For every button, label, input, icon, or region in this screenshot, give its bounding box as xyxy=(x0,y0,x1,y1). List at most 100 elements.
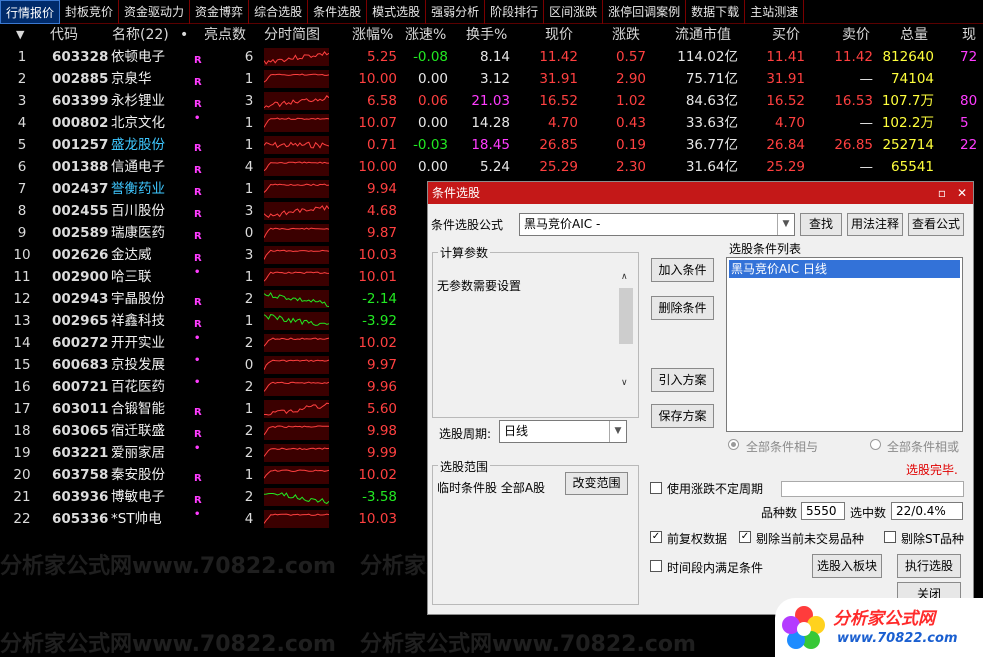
scroll-up-icon[interactable]: ∧ xyxy=(621,272,628,282)
condition-list[interactable]: 黑马竞价AIC 日线 xyxy=(726,257,963,432)
dialog-title-bar[interactable]: 条件选股 ▫ ✕ xyxy=(428,182,973,204)
stock-name[interactable]: 哈三联 xyxy=(111,266,152,288)
stock-name[interactable]: 京泉华 xyxy=(111,68,152,90)
stock-code[interactable]: 603399 xyxy=(52,90,108,112)
stock-name[interactable]: 京投发展 xyxy=(111,354,165,376)
header-count[interactable]: 亮点数 xyxy=(204,24,246,46)
stock-code[interactable]: 002455 xyxy=(52,200,108,222)
intraday-sparkline[interactable] xyxy=(264,488,329,506)
stock-name[interactable]: 永杉锂业 xyxy=(111,90,165,112)
intraday-sparkline[interactable] xyxy=(264,312,329,330)
intraday-sparkline[interactable] xyxy=(264,158,329,176)
header-name[interactable]: 名称(22) xyxy=(112,24,169,46)
period-select[interactable]: 日线 ▼ xyxy=(499,420,627,443)
stock-name[interactable]: *ST帅电 xyxy=(111,508,162,530)
table-row[interactable]: 6 001388 信通电子 R 4 10.00 0.00 5.24 25.29 2.30 31.64… xyxy=(0,156,983,178)
intraday-sparkline[interactable] xyxy=(264,114,329,132)
table-row[interactable]: 5 001257 盛龙股份 R 1 0.71 -0.03 18.45 26.85 0.19 36.7… xyxy=(0,134,983,156)
header-change-pct[interactable]: 涨幅% xyxy=(352,24,393,46)
stock-name[interactable]: 宇晶股份 xyxy=(111,288,165,310)
intraday-sparkline[interactable] xyxy=(264,180,329,198)
tab-10[interactable]: 涨停回调案例 xyxy=(603,0,687,24)
stock-code[interactable]: 002589 xyxy=(52,222,108,244)
stock-code[interactable]: 603936 xyxy=(52,486,108,508)
condition-list-item[interactable]: 黑马竞价AIC 日线 xyxy=(729,260,960,278)
indefinite-period-checkbox[interactable] xyxy=(650,482,662,494)
header-current[interactable]: 现 xyxy=(962,24,976,46)
stock-code[interactable]: 600721 xyxy=(52,376,108,398)
intraday-sparkline[interactable] xyxy=(264,510,329,528)
stock-code[interactable]: 605336 xyxy=(52,508,108,530)
header-ask[interactable]: 卖价 xyxy=(842,24,870,46)
select-to-block-button[interactable]: 选股入板块 xyxy=(812,554,882,578)
sort-indicator[interactable]: ▼ xyxy=(16,24,30,46)
stock-code[interactable]: 002943 xyxy=(52,288,108,310)
tab-8[interactable]: 阶段排行 xyxy=(485,0,545,24)
exclude-untraded-checkbox[interactable]: ✓ xyxy=(739,531,751,543)
stock-code[interactable]: 603221 xyxy=(52,442,108,464)
chevron-down-icon[interactable]: ▼ xyxy=(609,421,626,442)
stock-code[interactable]: 000802 xyxy=(52,112,108,134)
scroll-down-icon[interactable]: ∨ xyxy=(621,378,628,388)
params-scrollbar[interactable]: ∧ ∨ xyxy=(618,270,634,392)
intraday-sparkline[interactable] xyxy=(264,290,329,308)
stock-code[interactable]: 603758 xyxy=(52,464,108,486)
intraday-sparkline[interactable] xyxy=(264,70,329,88)
chevron-down-icon[interactable]: ▼ xyxy=(777,214,794,235)
intraday-sparkline[interactable] xyxy=(264,268,329,286)
tab-5[interactable]: 条件选股 xyxy=(308,0,368,24)
delete-condition-button[interactable]: 删除条件 xyxy=(651,296,714,320)
intraday-sparkline[interactable] xyxy=(264,246,329,264)
intraday-sparkline[interactable] xyxy=(264,92,329,110)
radio-all-or[interactable] xyxy=(870,439,881,450)
stock-code[interactable]: 603065 xyxy=(52,420,108,442)
header-chart[interactable]: 分时简图 xyxy=(264,24,320,46)
header-volume[interactable]: 总量 xyxy=(900,24,928,46)
table-row[interactable]: 1 603328 依顿电子 R 6 5.25 -0.08 8.14 11.42 0.57 114.0… xyxy=(0,46,983,68)
add-condition-button[interactable]: 加入条件 xyxy=(651,258,714,282)
stock-name[interactable]: 瑞康医药 xyxy=(111,222,165,244)
stock-name[interactable]: 百花医药 xyxy=(111,376,165,398)
minimize-icon[interactable]: ▫ xyxy=(934,185,950,201)
stock-code[interactable]: 603011 xyxy=(52,398,108,420)
stock-code[interactable]: 002965 xyxy=(52,310,108,332)
stock-name[interactable]: 秦安股份 xyxy=(111,464,165,486)
stock-name[interactable]: 誉衡药业 xyxy=(111,178,165,200)
intraday-sparkline[interactable] xyxy=(264,378,329,396)
stock-code[interactable]: 600272 xyxy=(52,332,108,354)
change-range-button[interactable]: 改变范围 xyxy=(565,472,628,495)
intraday-sparkline[interactable] xyxy=(264,444,329,462)
stock-code[interactable]: 002626 xyxy=(52,244,108,266)
tab-3[interactable]: 资金博弈 xyxy=(190,0,250,24)
stock-code[interactable]: 002900 xyxy=(52,266,108,288)
tab-4[interactable]: 综合选股 xyxy=(249,0,309,24)
stock-code[interactable]: 603328 xyxy=(52,46,108,68)
stock-code[interactable]: 001388 xyxy=(52,156,108,178)
intraday-sparkline[interactable] xyxy=(264,224,329,242)
usage-notes-button[interactable]: 用法注释 xyxy=(847,213,903,236)
intraday-sparkline[interactable] xyxy=(264,202,329,220)
stock-name[interactable]: 盛龙股份 xyxy=(111,134,165,156)
stock-code[interactable]: 001257 xyxy=(52,134,108,156)
formula-select[interactable]: 黑马竞价AIC - ▼ xyxy=(519,213,795,236)
close-icon[interactable]: ✕ xyxy=(954,185,970,201)
stock-name[interactable]: 宿迁联盛 xyxy=(111,420,165,442)
view-formula-button[interactable]: 查看公式 xyxy=(908,213,964,236)
header-diff[interactable]: 涨跌 xyxy=(612,24,640,46)
tab-2[interactable]: 资金驱动力 xyxy=(119,0,191,24)
intraday-sparkline[interactable] xyxy=(264,48,329,66)
intraday-sparkline[interactable] xyxy=(264,334,329,352)
scrollbar-thumb[interactable] xyxy=(619,288,633,344)
header-code[interactable]: 代码 xyxy=(50,24,78,46)
intraday-sparkline[interactable] xyxy=(264,356,329,374)
tab-12[interactable]: 主站测速 xyxy=(745,0,805,24)
period-range-field[interactable] xyxy=(781,481,964,497)
table-row[interactable]: 3 603399 永杉锂业 R 3 6.58 0.06 21.03 16.52 1.02 84.63… xyxy=(0,90,983,112)
stock-name[interactable]: 北京文化 xyxy=(111,112,165,134)
tab-6[interactable]: 模式选股 xyxy=(367,0,427,24)
intraday-sparkline[interactable] xyxy=(264,400,329,418)
intraday-sparkline[interactable] xyxy=(264,136,329,154)
stock-name[interactable]: 博敏电子 xyxy=(111,486,165,508)
stock-code[interactable]: 600683 xyxy=(52,354,108,376)
header-price[interactable]: 现价 xyxy=(545,24,573,46)
